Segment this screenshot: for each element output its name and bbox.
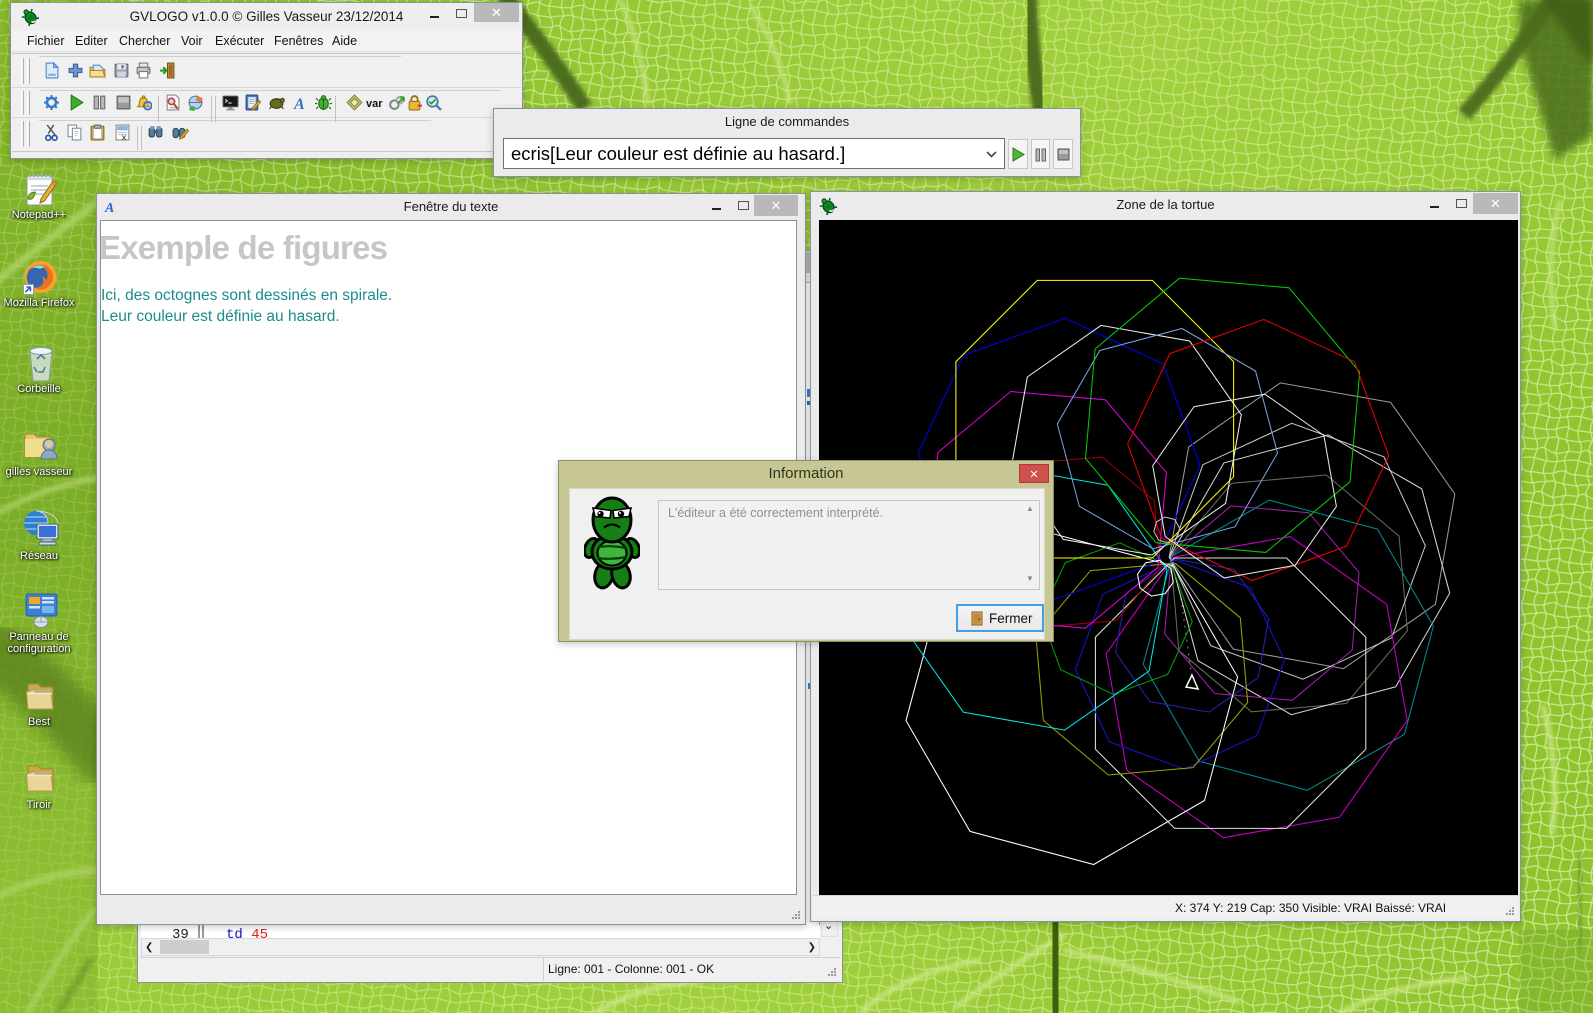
svg-text:x: x	[121, 133, 126, 141]
svg-text:A: A	[293, 96, 305, 111]
